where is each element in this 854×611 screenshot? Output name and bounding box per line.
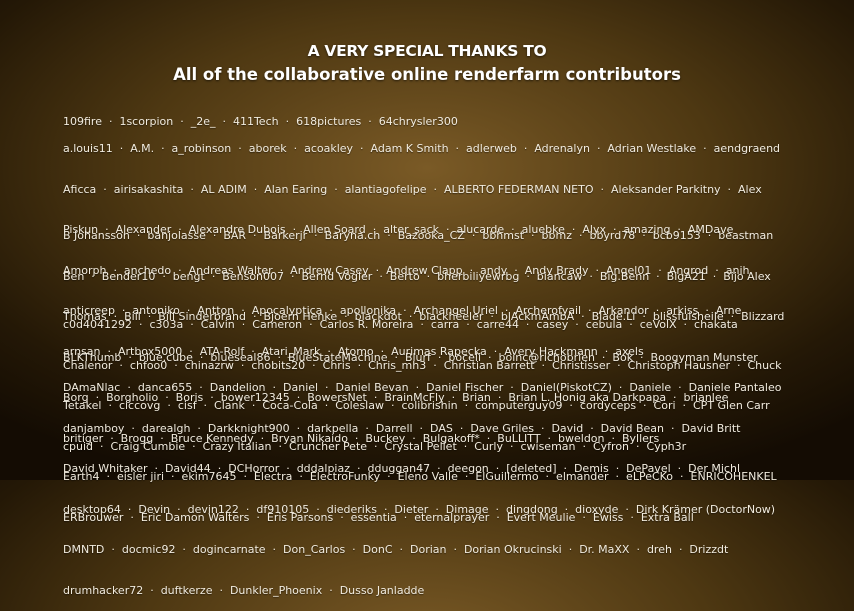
contributor-line: a.louis11 · A.M. · a_robinson · aborek ·… <box>63 142 781 155</box>
contributor-line: drumhacker72 · duftkerze · Dunkler_Phoen… <box>63 583 425 597</box>
contributor-line: Earth4 · eisler jiri · ekim7645 · Electr… <box>63 470 777 483</box>
contributor-line: c0d4041292 · c303a · Calvin · Cameron · … <box>63 318 738 331</box>
credits-title: A VERY SPECIAL THANKS TO <box>307 42 547 60</box>
contributor-line: ERBrouwer · Eric Damon Walters · Eris Pa… <box>63 510 694 524</box>
credits-subtitle: All of the collaborative online renderfa… <box>173 65 681 84</box>
contributor-line: Aficca · airisakashita · AL ADIM · Alan … <box>63 182 762 196</box>
contributor-line: danjamboy · darealgh · Darkknight900 · d… <box>63 421 741 435</box>
contributor-line: Ben · Bender10 · bengt · Benson007 · Ber… <box>63 269 771 283</box>
contributor-line: DAmaNlac · danca655 · Dandelion · Daniel… <box>63 381 782 394</box>
contributor-line: DMNTD · docmic92 · dogincarnate · Don_Ca… <box>63 543 729 556</box>
contributors-group-e: Earth4 · eisler jiri · ekim7645 · Electr… <box>63 443 823 538</box>
contributor-line: B Johansson · banjolasse · BAR · Barkerj… <box>63 229 774 242</box>
